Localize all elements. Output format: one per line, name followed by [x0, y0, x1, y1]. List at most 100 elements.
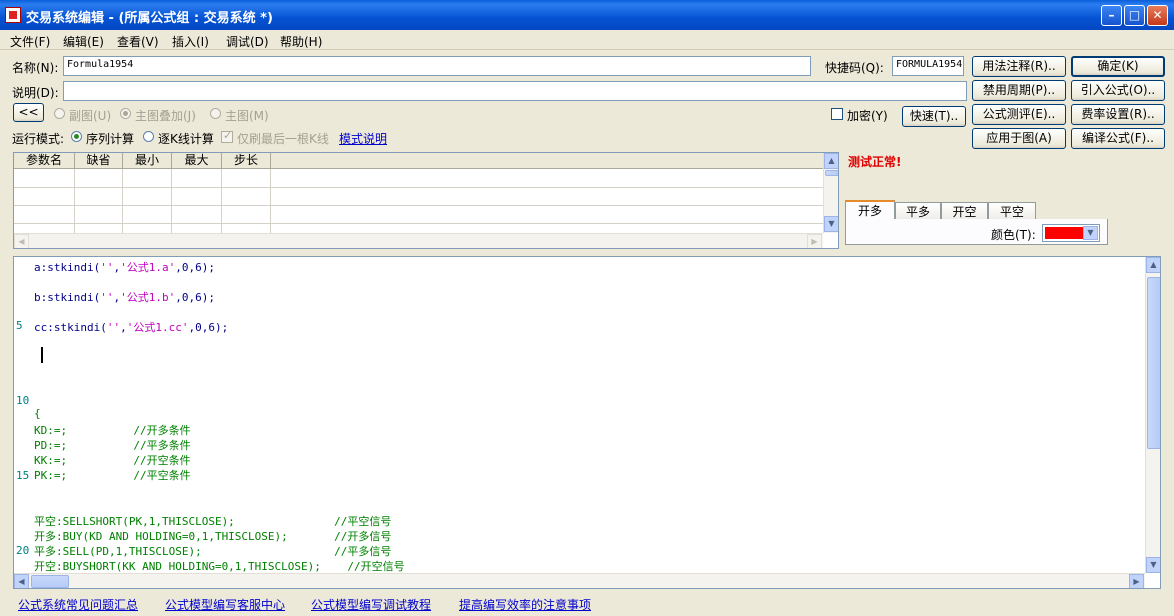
param-table[interactable]: 参数名 缺省 最小 最大 步长 ▲ ▼ ◀ ▶ [13, 152, 839, 249]
radio-main-overlay[interactable] [120, 108, 131, 119]
collapse-button[interactable]: << [13, 103, 44, 122]
app-icon [5, 7, 21, 23]
efficiency-tips-link[interactable]: 提高编写效率的注意事项 [459, 596, 591, 613]
close-button[interactable]: ✕ [1147, 5, 1168, 26]
menu-bar: 文件(F) 编辑(E) 查看(V) 插入(I) 调试(D) 帮助(H) [0, 30, 1174, 50]
scroll-thumb[interactable] [31, 575, 69, 588]
title-bar[interactable]: 交易系统编辑 - (所属公式组 : 交易系统 *) – □ ✕ [0, 0, 1174, 30]
last-bar-checkbox[interactable] [221, 129, 233, 143]
param-vertical-scrollbar[interactable]: ▲ ▼ [823, 153, 838, 233]
code-line: b:stkindi('','公式1.b',0,6); [34, 291, 215, 304]
grid-line [270, 169, 271, 234]
radio-mainchart[interactable] [210, 108, 221, 119]
name-input[interactable]: Formula1954 [63, 56, 811, 76]
menu-view[interactable]: 查看(V) [117, 33, 159, 50]
encrypt-label: 加密(Y) [847, 109, 888, 123]
grid-line [122, 169, 123, 234]
tab-open-long[interactable]: 开多 [845, 200, 895, 221]
scroll-up-icon[interactable]: ▲ [1146, 257, 1160, 273]
code-editor[interactable]: 5 10 15 20 a:stkindi('','公式1.a',0,6); b:… [13, 256, 1161, 589]
grid-line [14, 205, 824, 206]
color-select[interactable]: ▼ [1042, 224, 1100, 242]
menu-debug[interactable]: 调试(D) [226, 33, 269, 50]
chevron-down-icon[interactable]: ▼ [1083, 226, 1098, 240]
import-formula-button[interactable]: 引入公式(O).. [1071, 80, 1165, 101]
grid-line [14, 223, 824, 224]
status-text: 测试正常! [848, 155, 902, 169]
window-title: 交易系统编辑 - (所属公式组 : 交易系统 *) [26, 11, 273, 26]
scroll-thumb[interactable] [1147, 277, 1160, 449]
menu-insert[interactable]: 插入(I) [172, 33, 209, 50]
code-line: 开空:BUYSHORT(KK AND HOLDING=0,1,THISCLOSE… [34, 560, 405, 573]
col-max[interactable]: 最大 [172, 153, 222, 169]
support-link[interactable]: 公式模型编写客服中心 [165, 596, 285, 613]
color-label: 颜色(T): [991, 228, 1036, 242]
disable-period-button[interactable]: 禁用周期(P).. [972, 80, 1066, 101]
editor-vertical-scrollbar[interactable]: ▲ ▼ [1145, 257, 1160, 573]
mode-help-link[interactable]: 模式说明 [339, 130, 387, 147]
last-bar-label: 仅刷最后一根K线 [237, 132, 329, 146]
quick-button[interactable]: 快速(T).. [902, 106, 966, 127]
param-horizontal-scrollbar[interactable]: ◀ ▶ [14, 233, 823, 248]
encrypt-checkbox[interactable] [831, 108, 843, 120]
footer-links: 公式系统常见问题汇总 公式模型编写客服中心 公式模型编写调试教程 提高编写效率的… [0, 592, 1174, 616]
formula-test-button[interactable]: 公式测评(E).. [972, 104, 1066, 125]
radio-sequence-label: 序列计算 [86, 132, 135, 146]
line-number: 10 [16, 394, 30, 407]
grid-line [14, 187, 824, 188]
scroll-thumb[interactable] [825, 170, 838, 176]
maximize-button[interactable]: □ [1124, 5, 1145, 26]
code-line: a:stkindi('','公式1.a',0,6); [34, 261, 215, 274]
code-line: 平空:SELLSHORT(PK,1,THISCLOSE); //平空信号 [34, 515, 392, 528]
scroll-down-icon[interactable]: ▼ [1146, 557, 1160, 573]
menu-help[interactable]: 帮助(H) [280, 33, 322, 50]
shortcut-input[interactable]: FORMULA1954 [892, 56, 964, 76]
menu-file[interactable]: 文件(F) [10, 33, 50, 50]
shortcut-label: 快捷码(Q): [825, 61, 884, 75]
scroll-down-icon[interactable]: ▼ [824, 216, 838, 232]
grid-line [171, 169, 172, 234]
menu-edit[interactable]: 编辑(E) [63, 33, 104, 50]
line-number: 15 [16, 469, 30, 482]
line-number-gutter: 5 10 15 20 [14, 257, 34, 573]
name-label: 名称(N): [12, 61, 59, 75]
col-default[interactable]: 缺省 [75, 153, 123, 169]
scroll-right-icon[interactable]: ▶ [1129, 574, 1144, 588]
tutorial-link[interactable]: 公式模型编写调试教程 [311, 596, 431, 613]
desc-input[interactable] [63, 81, 967, 101]
scroll-right-icon[interactable]: ▶ [807, 234, 822, 248]
code-line: 平多:SELL(PD,1,THISCLOSE); //平多信号 [34, 545, 392, 558]
code-line: cc:stkindi('','公式1.cc',0,6); [34, 321, 229, 334]
minimize-button[interactable]: – [1101, 5, 1122, 26]
radio-subchart[interactable] [54, 108, 65, 119]
code-line: PK:=; //平空条件 [34, 469, 191, 482]
apply-to-chart-button[interactable]: 应用于图(A) [972, 128, 1066, 149]
code-line: KK:=; //开空条件 [34, 454, 191, 467]
code-line: { [34, 407, 41, 420]
radio-per-bar-label: 逐K线计算 [158, 132, 214, 146]
radio-subchart-label: 副图(U) [69, 109, 112, 123]
color-swatch [1045, 227, 1083, 239]
radio-per-bar[interactable] [143, 131, 154, 142]
grid-line [221, 169, 222, 234]
scroll-up-icon[interactable]: ▲ [824, 153, 838, 169]
scroll-left-icon[interactable]: ◀ [14, 574, 29, 588]
code-line: PD:=; //平多条件 [34, 439, 191, 452]
radio-sequence[interactable] [71, 131, 82, 142]
line-number: 5 [16, 319, 23, 332]
code-line: KD:=; //开多条件 [34, 424, 191, 437]
usage-notes-button[interactable]: 用法注释(R).. [972, 56, 1066, 77]
compile-formula-button[interactable]: 编译公式(F).. [1071, 128, 1165, 149]
radio-mainchart-label: 主图(M) [225, 109, 269, 123]
ok-button[interactable]: 确定(K) [1071, 56, 1165, 77]
col-min[interactable]: 最小 [123, 153, 172, 169]
col-param-name[interactable]: 参数名 [14, 153, 75, 169]
editor-horizontal-scrollbar[interactable]: ◀ ▶ [14, 573, 1145, 588]
radio-main-overlay-label: 主图叠加(J) [135, 109, 196, 123]
fee-settings-button[interactable]: 费率设置(R).. [1071, 104, 1165, 125]
desc-label: 说明(D): [12, 86, 59, 100]
scroll-left-icon[interactable]: ◀ [14, 234, 29, 248]
faq-link[interactable]: 公式系统常见问题汇总 [18, 596, 138, 613]
col-step[interactable]: 步长 [222, 153, 271, 169]
run-mode-label: 运行模式: [12, 132, 65, 146]
